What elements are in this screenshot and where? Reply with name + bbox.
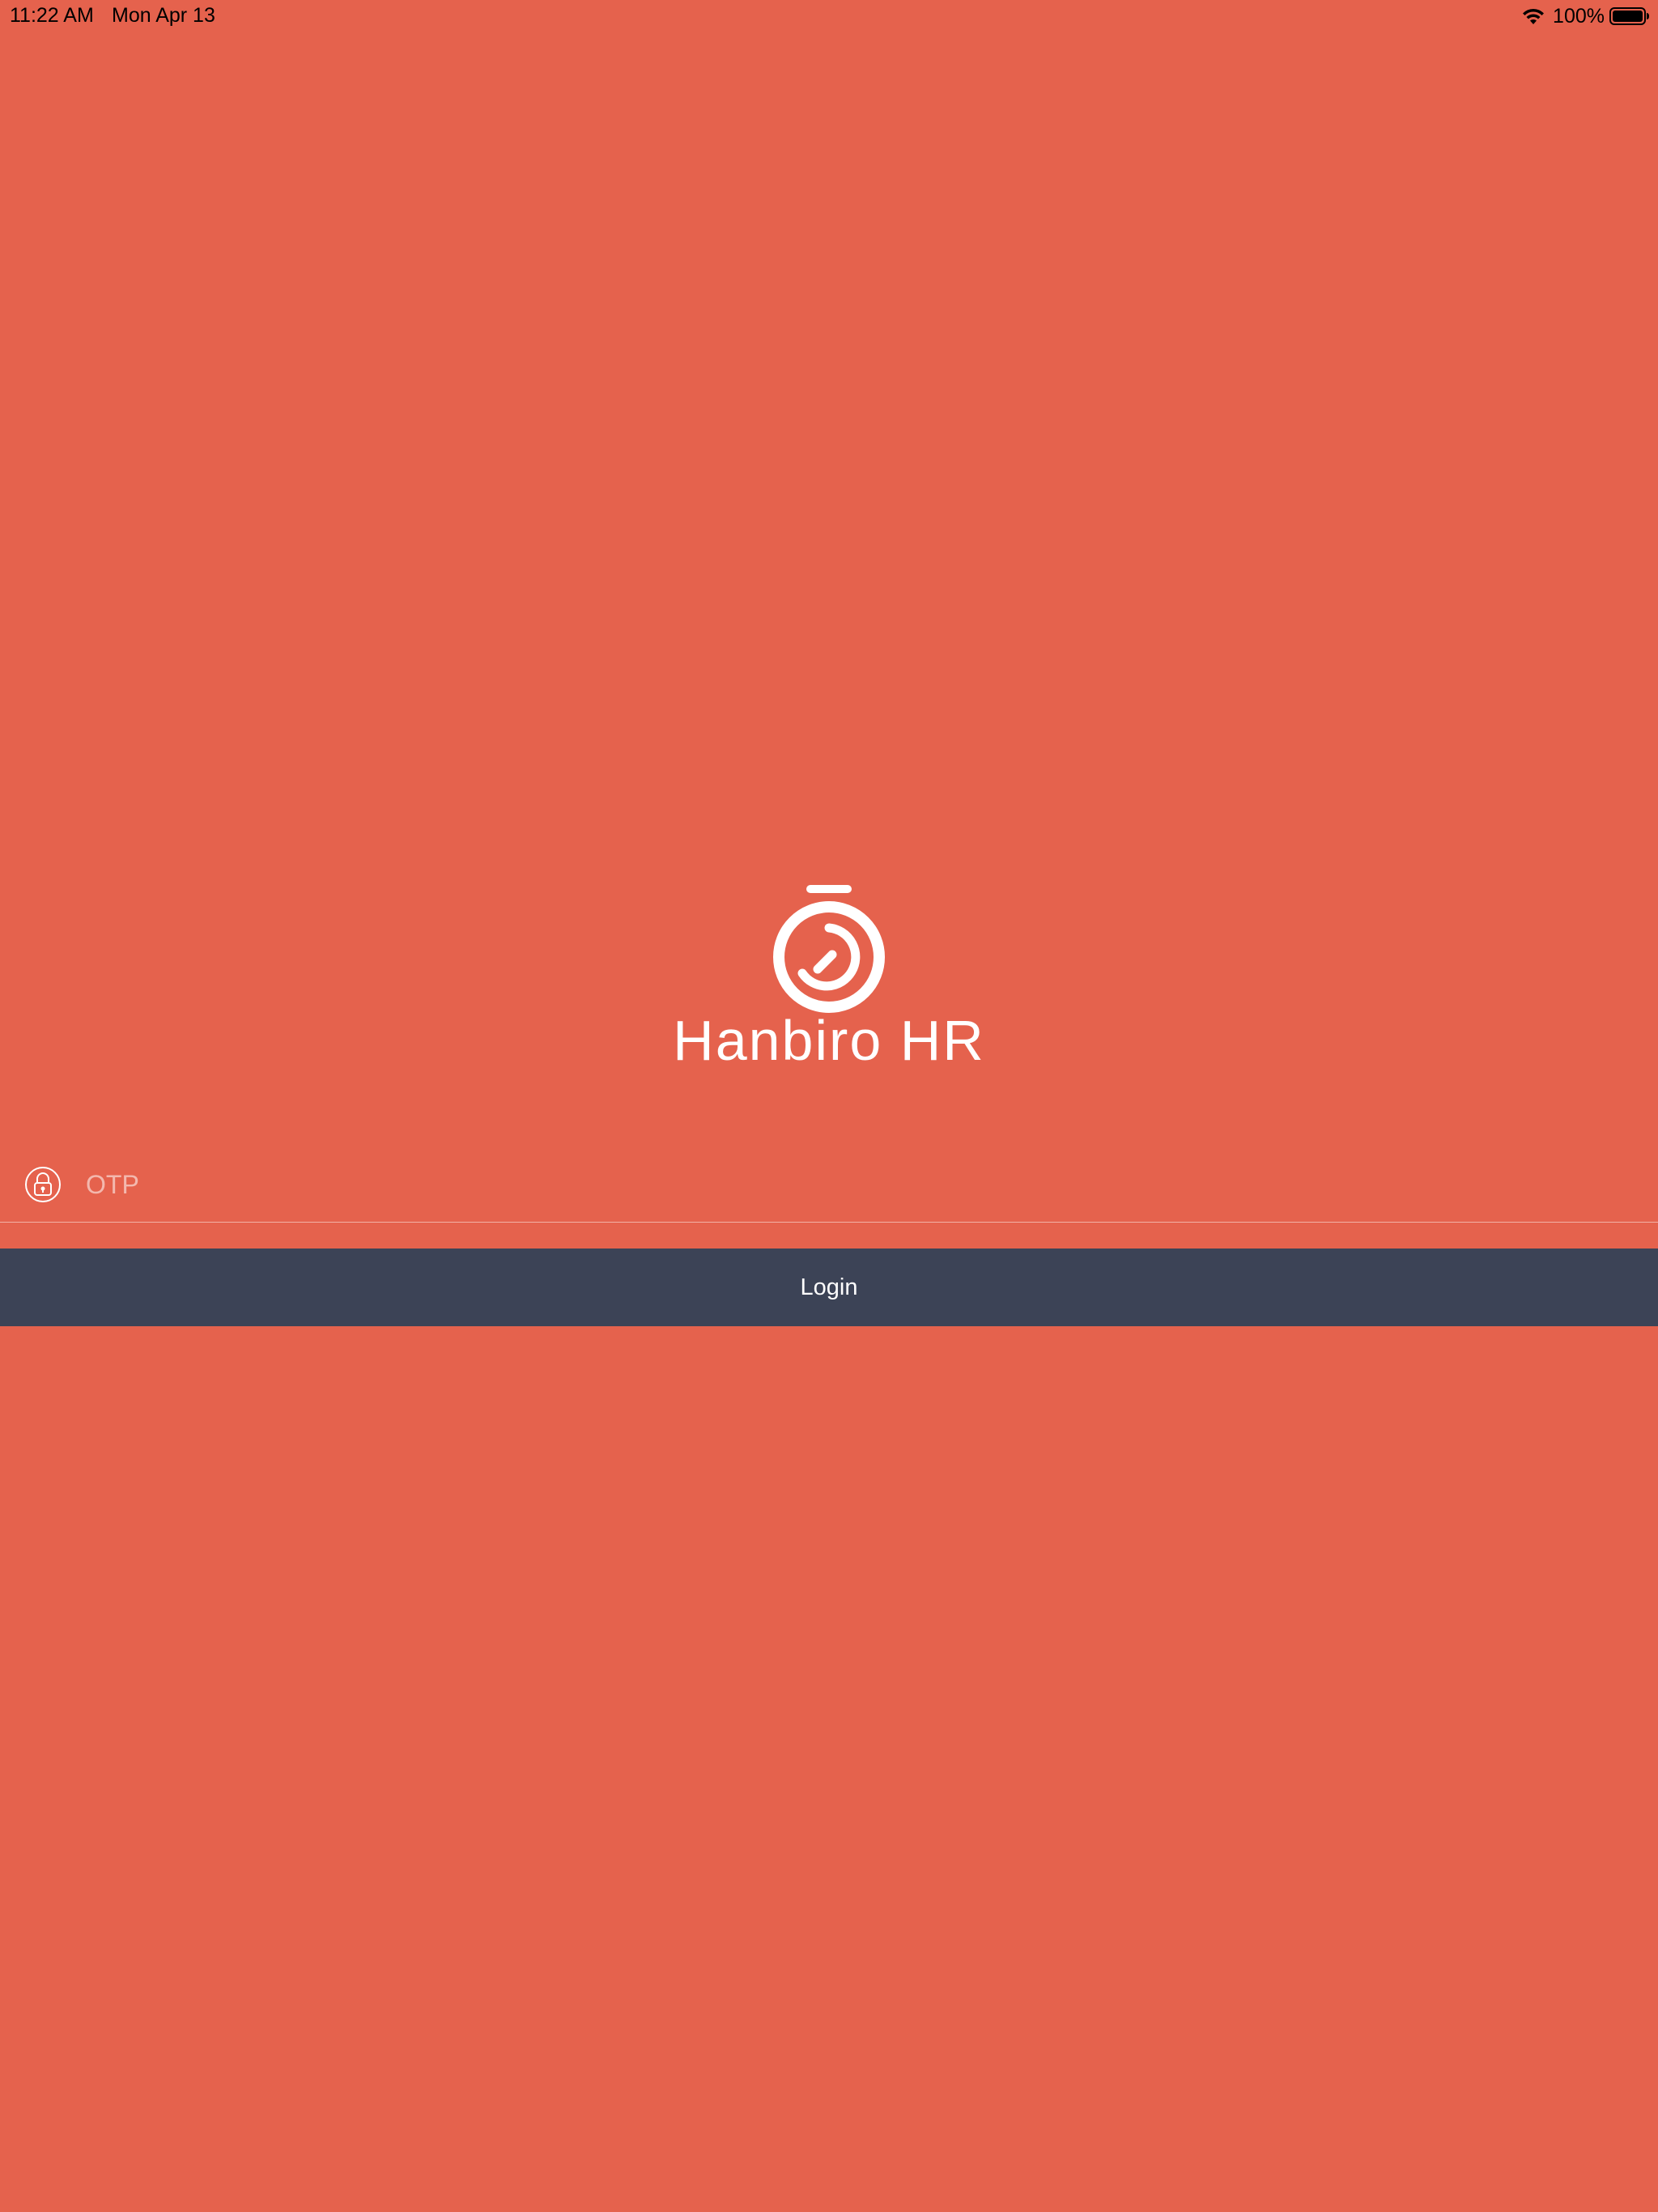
lock-icon [25,1167,61,1202]
status-date: Mon Apr 13 [112,4,215,27]
battery-percentage: 100% [1553,4,1605,28]
app-title: Hanbiro HR [673,1009,985,1072]
battery-icon [1609,7,1649,25]
wifi-icon [1523,8,1545,24]
otp-input[interactable] [86,1158,1624,1211]
status-bar: 11:22 AM Mon Apr 13 100% [0,0,1658,32]
otp-row [0,1150,1658,1223]
login-button[interactable]: Login [0,1249,1658,1326]
logo [0,883,1658,1020]
stopwatch-logo-icon [773,885,885,1013]
status-time: 11:22 AM [10,4,94,27]
status-indicators: 100% [1520,4,1650,28]
otp-divider [0,1222,1658,1223]
